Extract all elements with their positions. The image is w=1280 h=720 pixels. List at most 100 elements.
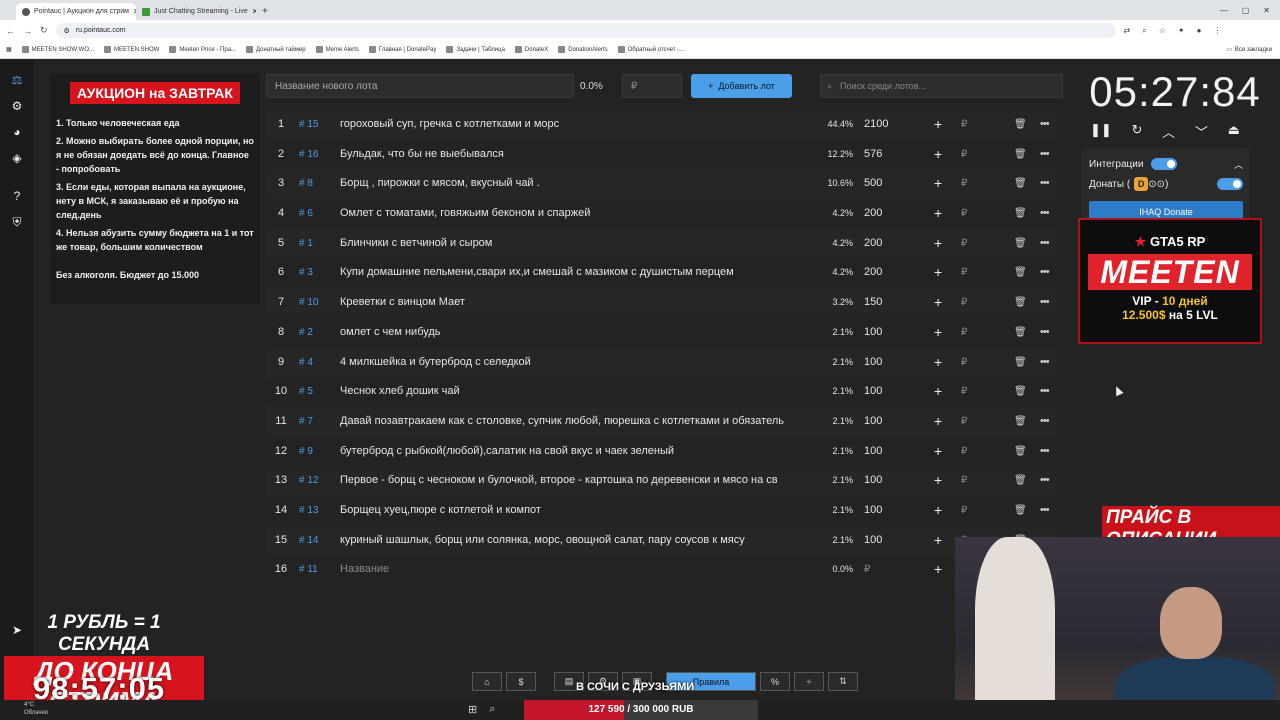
lot-name[interactable]: гороховый суп, гречка с котлетками и мор… (340, 110, 813, 140)
add-amount-plus-icon[interactable]: + (934, 258, 942, 288)
url-input[interactable]: ⚙ ru.pointauc.com (55, 23, 1116, 38)
trash-icon[interactable]: 🗑 (1014, 496, 1027, 526)
lot-amount[interactable]: 100 (864, 437, 904, 467)
minimize-icon[interactable]: — (1220, 6, 1228, 15)
add-amount-plus-icon[interactable]: + (934, 318, 942, 348)
amount-input-ruble[interactable]: ₽ (961, 169, 967, 199)
add-amount-plus-icon[interactable]: + (934, 407, 942, 437)
add-amount-plus-icon[interactable]: + (934, 466, 942, 496)
trash-icon[interactable]: 🗑 (1014, 437, 1027, 467)
trash-icon[interactable]: 🗑 (1014, 110, 1027, 140)
more-options-icon[interactable]: ••• (1040, 258, 1050, 288)
amount-input-ruble[interactable]: ₽ (864, 555, 870, 585)
bookmark-item[interactable]: DonateX (514, 46, 548, 53)
more-options-icon[interactable]: ••• (1040, 288, 1050, 318)
more-options-icon[interactable]: ••• (1040, 496, 1050, 526)
percent-button[interactable]: % (760, 672, 790, 691)
settings-gear-icon[interactable]: ⚙ (9, 98, 25, 114)
more-options-icon[interactable]: ••• (1040, 407, 1050, 437)
trash-icon[interactable]: 🗑 (1014, 288, 1027, 318)
lot-name[interactable]: Креветки с винцом Мает (340, 288, 813, 318)
amount-input-ruble[interactable]: ₽ (961, 318, 967, 348)
lot-amount[interactable]: 100 (864, 526, 904, 556)
menu-icon[interactable]: ⋮ (1213, 26, 1221, 36)
lot-amount[interactable]: 2100 (864, 110, 904, 140)
lot-amount[interactable]: 200 (864, 258, 904, 288)
amount-input-ruble[interactable]: ₽ (961, 229, 967, 259)
all-bookmarks[interactable]: ▭ Все закладки (1226, 46, 1280, 54)
amount-input-ruble[interactable]: ₽ (961, 437, 967, 467)
more-options-icon[interactable]: ••• (1040, 169, 1050, 199)
bookmark-item[interactable]: Meeten Price - Пра... (169, 46, 236, 53)
pause-icon[interactable]: ❚❚ (1090, 122, 1112, 141)
bookmark-item[interactable]: Задачи | Таблица (446, 46, 505, 53)
chevron-down-icon[interactable]: ﹀ (1195, 122, 1208, 141)
amount-input-ruble[interactable]: ₽ (961, 348, 967, 378)
site-info-icon[interactable]: ⚙ (64, 27, 70, 35)
donations-toggle[interactable] (1217, 178, 1243, 190)
trash-icon[interactable]: 🗑 (1014, 318, 1027, 348)
amount-input-ruble[interactable]: ₽ (961, 110, 967, 140)
more-options-icon[interactable]: ••• (1040, 140, 1050, 170)
lot-amount[interactable]: 100 (864, 377, 904, 407)
lot-name[interactable]: 4 милкшейка и бутерброд с селедкой (340, 348, 813, 378)
sort-icon[interactable]: ⇅ (828, 672, 858, 691)
lot-name[interactable]: куриный шашлык, борщ или солянка, морс, … (340, 526, 813, 556)
bookmark-item[interactable]: MEETEN SHOW (104, 46, 159, 53)
more-options-icon[interactable]: ••• (1040, 437, 1050, 467)
lot-amount[interactable]: 576 (864, 140, 904, 170)
translate-icon[interactable]: ⇄ (1124, 26, 1131, 36)
add-amount-plus-icon[interactable]: + (934, 229, 942, 259)
trash-icon[interactable]: 🗑 (1014, 229, 1027, 259)
more-options-icon[interactable]: ••• (1040, 466, 1050, 496)
bookmark-item[interactable]: Главная | DonatePay (368, 46, 436, 53)
lot-name-input[interactable]: Название (340, 555, 813, 585)
chevron-up-icon[interactable]: ︿ (1234, 158, 1243, 171)
add-amount-plus-icon[interactable]: + (934, 496, 942, 526)
more-options-icon[interactable]: ••• (1040, 377, 1050, 407)
new-lot-name-input[interactable]: Название нового лота (266, 74, 574, 98)
lot-name[interactable]: Чеснок хлеб дошик чай (340, 377, 813, 407)
donate-dollar-button[interactable]: $ (506, 672, 536, 691)
reload-icon[interactable]: ↻ (40, 25, 48, 36)
add-amount-plus-icon[interactable]: + (934, 110, 942, 140)
add-amount-plus-icon[interactable]: + (934, 348, 942, 378)
trash-icon[interactable]: 🗑 (1014, 466, 1027, 496)
trash-icon[interactable]: 🗑 (1014, 258, 1027, 288)
new-lot-amount-input[interactable]: ₽ (622, 74, 682, 98)
forward-icon[interactable]: → (23, 26, 32, 36)
back-icon[interactable]: ← (6, 26, 15, 36)
trash-icon[interactable]: 🗑 (1014, 348, 1027, 378)
more-options-icon[interactable]: ••• (1040, 348, 1050, 378)
github-icon[interactable]: ⌂ (472, 672, 502, 691)
lot-amount[interactable]: 200 (864, 229, 904, 259)
weather-widget[interactable]: 4°C Облачно (24, 701, 48, 717)
bookmark-item[interactable]: Донатный таймер (246, 46, 306, 53)
lot-name[interactable]: Омлет с томатами, говяжьим беконом и спа… (340, 199, 813, 229)
lot-amount[interactable]: 100 (864, 318, 904, 348)
add-amount-plus-icon[interactable]: + (934, 437, 942, 467)
trash-icon[interactable]: 🗑 (1014, 169, 1027, 199)
help-icon[interactable]: ? (9, 188, 25, 204)
more-options-icon[interactable]: ••• (1040, 318, 1050, 348)
amount-input-ruble[interactable]: ₽ (961, 140, 967, 170)
extensions-icon[interactable]: ✦ (1178, 26, 1185, 36)
double-chevron-up-icon[interactable]: ⏏ (1228, 122, 1240, 141)
amount-input-ruble[interactable]: ₽ (961, 377, 967, 407)
add-amount-plus-icon[interactable]: + (934, 377, 942, 407)
more-options-icon[interactable]: ••• (1040, 199, 1050, 229)
amount-input-ruble[interactable]: ₽ (961, 496, 967, 526)
search-icon[interactable]: ⌕ (489, 703, 495, 716)
bookmark-item[interactable]: DonationAlerts (558, 46, 608, 53)
bookmark-item[interactable]: Обратный отсчет -... (617, 46, 684, 53)
profile-icon[interactable]: ● (1197, 26, 1202, 36)
wheel-icon[interactable]: ◕ (9, 124, 25, 140)
lot-amount[interactable]: 100 (864, 348, 904, 378)
add-amount-plus-icon[interactable]: + (934, 555, 942, 585)
layers-icon[interactable]: ◈ (9, 150, 25, 166)
amount-input-ruble[interactable]: ₽ (961, 199, 967, 229)
zoom-icon[interactable]: ⌕ (1142, 26, 1146, 36)
add-amount-plus-icon[interactable]: + (934, 526, 942, 556)
auction-gavel-icon[interactable]: ⚖ (9, 72, 25, 88)
lot-amount[interactable]: 150 (864, 288, 904, 318)
